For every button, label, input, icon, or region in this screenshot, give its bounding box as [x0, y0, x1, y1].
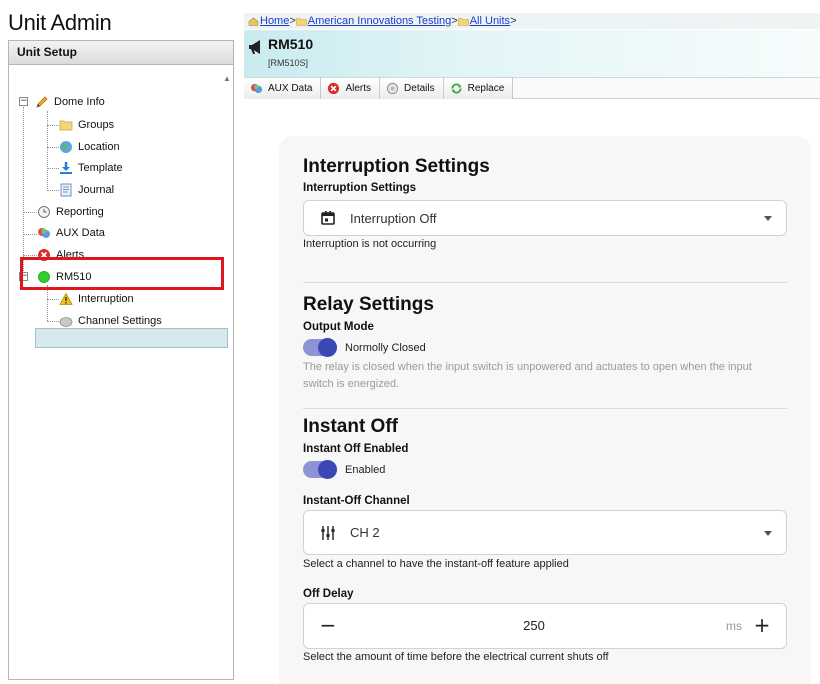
tree-item-alerts[interactable]: Alerts — [37, 245, 84, 265]
tree-item-dome-info[interactable]: Dome Info — [35, 92, 105, 112]
off-delay-label: Off Delay — [303, 588, 354, 600]
unit-setup-pane: Unit Setup ▲ − Dome Info Groups Location… — [8, 40, 234, 680]
download-icon — [60, 162, 72, 174]
aux-data-icon — [250, 83, 263, 94]
tree-item-journal[interactable]: Journal — [59, 180, 114, 200]
instant-off-channel-select[interactable]: CH 2 — [303, 510, 787, 555]
breadcrumb-american-link[interactable]: American Innovations Testing — [308, 15, 452, 27]
warning-icon — [59, 292, 73, 305]
details-icon — [386, 82, 399, 95]
breadcrumb-all-units-link[interactable]: All Units — [470, 15, 510, 27]
selected-node-highlight — [35, 328, 228, 348]
collapse-rm510-icon[interactable]: − — [19, 272, 28, 281]
instant-off-enabled-label: Instant Off Enabled — [303, 443, 409, 455]
interruption-select[interactable]: Interruption Off — [303, 200, 787, 236]
tree-item-aux-data[interactable]: AUX Data — [37, 223, 105, 243]
tree-item-channel-settings[interactable]: Channel Settings — [59, 311, 162, 331]
folder-icon — [457, 17, 469, 26]
tab-replace[interactable]: Replace — [443, 78, 514, 99]
instant-off-row: Enabled — [303, 460, 386, 479]
decrement-button[interactable]: − — [316, 614, 340, 638]
calendar-icon — [321, 211, 335, 225]
output-mode-label: Output Mode — [303, 321, 374, 333]
off-delay-stepper: − 250 ms + — [303, 603, 787, 649]
chevron-down-icon — [764, 216, 772, 221]
megaphone-icon — [249, 40, 260, 54]
output-mode-toggle-label: Normolly Closed — [345, 341, 426, 354]
interruption-settings-label: Interruption Settings — [303, 182, 417, 194]
aux-data-icon — [38, 228, 50, 238]
tab-alerts[interactable]: Alerts — [321, 78, 381, 99]
collapse-dome-info-icon[interactable]: − — [19, 97, 28, 106]
interruption-help: Interruption is not occurring — [303, 238, 437, 250]
channel-icon — [59, 317, 73, 327]
divider — [303, 408, 787, 409]
breadcrumb: Home > American Innovations Testing > Al… — [244, 13, 820, 29]
tree-item-reporting[interactable]: Reporting — [37, 202, 104, 222]
alert-x-icon — [38, 249, 50, 261]
tree-item-rm510[interactable]: RM510 — [37, 267, 91, 287]
relay-help: The relay is closed when the input switc… — [303, 361, 752, 390]
divider — [303, 282, 787, 283]
tab-details[interactable]: Details — [380, 78, 444, 99]
app-title: Unit Admin — [8, 10, 112, 35]
clock-icon — [38, 206, 50, 218]
home-icon — [248, 17, 259, 26]
breadcrumb-home-link[interactable]: Home — [260, 15, 289, 27]
instant-off-toggle[interactable] — [303, 460, 337, 479]
settings-card: Interruption Settings Interruption Setti… — [279, 136, 811, 684]
tab-aux-data[interactable]: AUX Data — [244, 78, 322, 99]
instant-off-channel-help: Select a channel to have the instant-off… — [303, 558, 569, 570]
device-tabbar: AUX Data Alerts Details Replace — [244, 78, 820, 99]
off-delay-unit: ms — [726, 619, 742, 633]
increment-button[interactable]: + — [750, 614, 774, 638]
alert-x-icon — [328, 82, 340, 95]
relay-settings-title: Relay Settings — [303, 294, 434, 315]
off-delay-value[interactable]: 250 — [504, 618, 564, 633]
device-header: RM510 [RM510S] — [244, 30, 820, 78]
instant-off-title: Instant Off — [303, 416, 398, 437]
off-delay-help: Select the amount of time before the ele… — [303, 651, 609, 663]
folder-icon — [59, 120, 73, 131]
tree-item-interruption[interactable]: Interruption — [59, 289, 134, 309]
tree-item-location[interactable]: Location — [59, 137, 120, 157]
folder-icon — [295, 17, 307, 26]
status-online-icon — [38, 271, 50, 283]
interruption-settings-title: Interruption Settings — [303, 156, 490, 177]
device-model: [RM510S] — [268, 58, 309, 68]
pencil-icon — [36, 96, 48, 108]
journal-icon — [60, 183, 72, 197]
unit-setup-header: Unit Setup — [9, 41, 233, 65]
globe-icon — [60, 141, 72, 153]
scroll-up-arrow-icon[interactable]: ▲ — [223, 74, 231, 83]
device-name: RM510 — [268, 36, 314, 52]
instant-off-channel-label: Instant-Off Channel — [303, 495, 410, 507]
chevron-down-icon — [764, 530, 772, 536]
tree-item-groups[interactable]: Groups — [59, 115, 114, 135]
tree-item-template[interactable]: Template — [59, 158, 123, 178]
channel-tune-icon — [321, 525, 335, 540]
refresh-icon — [451, 83, 462, 94]
instant-off-toggle-label: Enabled — [345, 463, 386, 476]
output-mode-toggle[interactable] — [303, 338, 337, 357]
output-mode-row: Normolly Closed — [303, 338, 426, 357]
